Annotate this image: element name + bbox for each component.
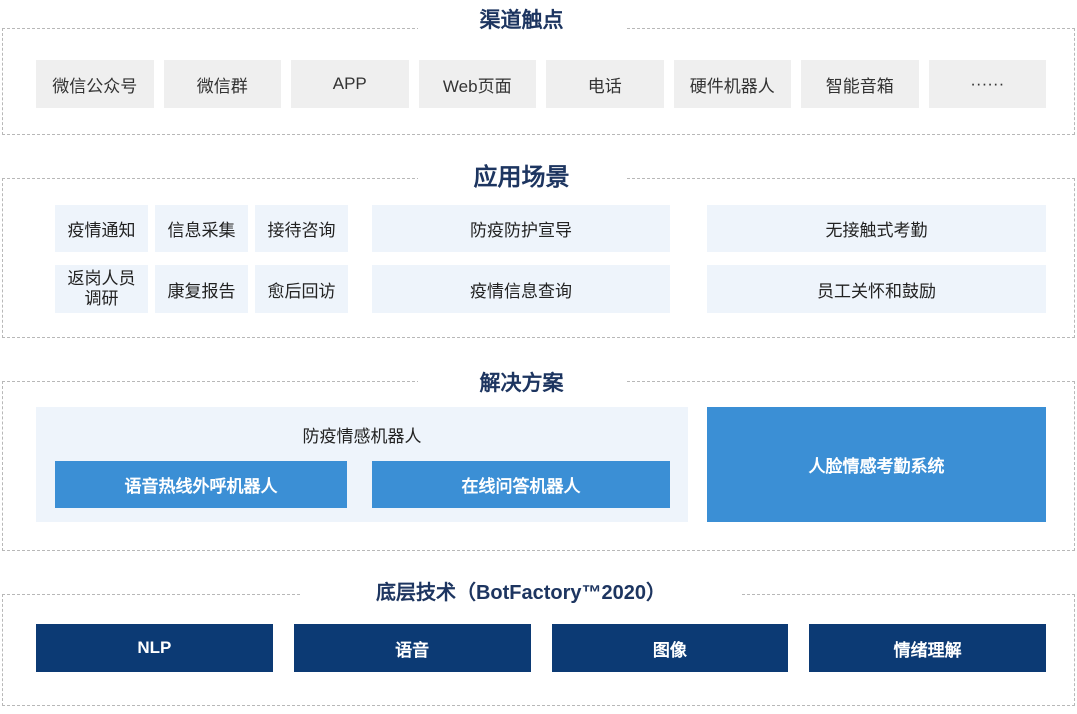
- scenario-info-collection: 信息采集: [155, 205, 248, 252]
- channel-item-more: ······: [928, 60, 1046, 108]
- channel-item-smart-speaker: 智能音箱: [801, 60, 919, 108]
- scenario-epidemic-notice: 疫情通知: [55, 205, 148, 252]
- tech-nlp: NLP: [36, 624, 273, 672]
- channel-item-hardware-robot: 硬件机器人: [673, 60, 791, 108]
- channel-item-web-page: Web页面: [418, 60, 536, 108]
- scenario-contactless-attendance: 无接触式考勤: [707, 205, 1046, 252]
- channel-list: 微信公众号 微信群 APP Web页面 电话 硬件机器人 智能音箱 ······: [36, 60, 1046, 108]
- voice-outbound-robot: 语音热线外呼机器人: [55, 461, 347, 508]
- scenario-recovery-report: 康复报告: [155, 265, 248, 313]
- scenarios-frame: [2, 178, 1075, 338]
- foundation-title: 底层技术（BotFactory™2020）: [300, 579, 742, 607]
- channel-item-wechat-official: 微信公众号: [36, 60, 154, 108]
- scenario-post-recovery-visit: 愈后回访: [255, 265, 348, 313]
- online-qa-robot: 在线问答机器人: [372, 461, 670, 508]
- scenarios-title: 应用场景: [418, 163, 625, 193]
- tech-image: 图像: [551, 624, 789, 672]
- scenario-epidemic-info-query: 疫情信息查询: [372, 265, 670, 313]
- channels-title: 渠道触点: [418, 7, 625, 35]
- face-emotion-attendance-system: 人脸情感考勤系统: [707, 407, 1046, 522]
- scenario-reception-consult: 接待咨询: [255, 205, 348, 252]
- tech-speech: 语音: [293, 624, 531, 672]
- scenario-prevention-publicity: 防疫防护宣导: [372, 205, 670, 252]
- scenario-return-survey: 返岗人员调研: [55, 265, 148, 313]
- foundation-list: NLP 语音 图像 情绪理解: [36, 624, 1046, 672]
- robot-group-label: 防疫情感机器人: [302, 427, 422, 446]
- channel-item-wechat-group: 微信群: [163, 60, 281, 108]
- tech-emotion-understanding: 情绪理解: [809, 624, 1046, 672]
- channel-item-phone: 电话: [546, 60, 664, 108]
- solutions-title: 解决方案: [418, 370, 625, 398]
- scenario-employee-care: 员工关怀和鼓励: [707, 265, 1046, 313]
- channel-item-app: APP: [291, 60, 409, 108]
